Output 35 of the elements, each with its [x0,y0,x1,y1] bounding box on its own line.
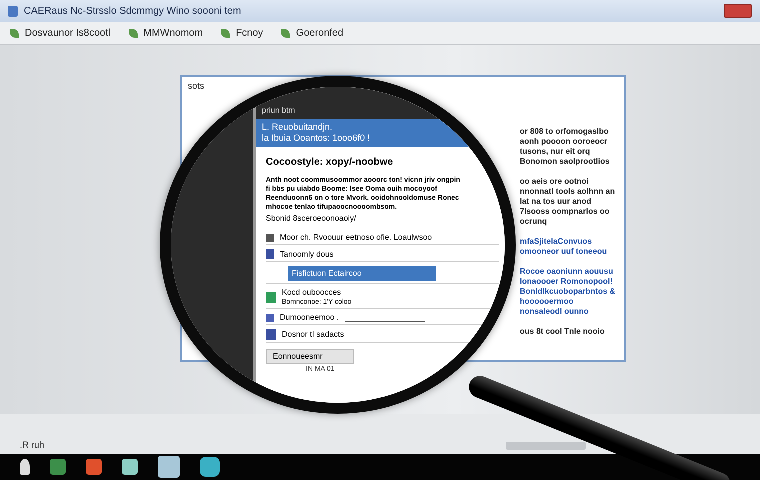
list-item[interactable]: Dosnor tI sadacts [282,330,344,339]
status-text: .R ruh [20,440,45,450]
app-icon[interactable] [86,459,102,475]
document-text: ous 8t cool Tnle nooio [520,327,606,337]
toolbar-button[interactable]: Dosvaunor Is8cootl [23,28,125,38]
document-link[interactable]: Rocoe oaoniunn aouusu Ionaoooer Romonopool! Bonldlkcuoboparbntos & hoooooermoo nonsaleodl ounno [520,267,618,317]
app-icon[interactable] [122,459,138,475]
text-field[interactable]: Fisfictuon Ectaircoo [288,266,436,281]
leaf-icon [10,28,19,38]
leaf-icon [221,28,230,38]
field-label: Dumooneemoo . [280,313,340,322]
row-text: Moor ch. Rvoouur eetnoso ofie. Loaulwsoo [280,233,432,242]
document-text: oo aeis ore ootnoi nnonnatl tools aolhnn an lat na tos uur anod 7lsooss oompnarlos oo ocrunq [520,177,616,227]
leaf-icon [281,28,290,38]
header-text: priun btm [262,106,296,115]
toolbar-button[interactable]: Fcnoy [234,28,278,38]
start-icon[interactable] [20,459,30,475]
leaf-icon [128,28,138,38]
title-text: L. Reuobuitandjn. [262,122,333,133]
dialog-text: Sbonid 8sceroeoonoaoiy/ [266,214,358,223]
dialog-button[interactable]: Eonnoueesmr [266,349,354,364]
title-text: la Ibuia Ooantos: 1ooo6f0 ! [262,133,370,144]
row-label: Tanoomly dous [280,250,334,258]
app-icon[interactable] [50,459,66,475]
document-link[interactable]: mfaSjitelaConvuos omooneor uuf toneeou [520,237,618,257]
window-title: CAERaus Nc-Strsslo Sdcmmgy Wino soooni tem [24,6,242,16]
document-label: sots [188,81,205,91]
dialog-heading: Cocoostyle: xopy/-noobwe [266,157,394,168]
toolbar-button[interactable]: MMWnomom [142,28,218,38]
app-icon [8,6,18,16]
toolbar-button[interactable]: Goeronfed [294,28,358,38]
scrollbar[interactable] [506,442,586,450]
list-item[interactable]: Kocd ouboocces [282,288,352,297]
document-text: or 808 to orfomogaslbo aonh poooon ooroeocr tusons, nur eit orq Bonomon saolprootlios [520,127,611,167]
app-icon[interactable] [200,457,220,477]
